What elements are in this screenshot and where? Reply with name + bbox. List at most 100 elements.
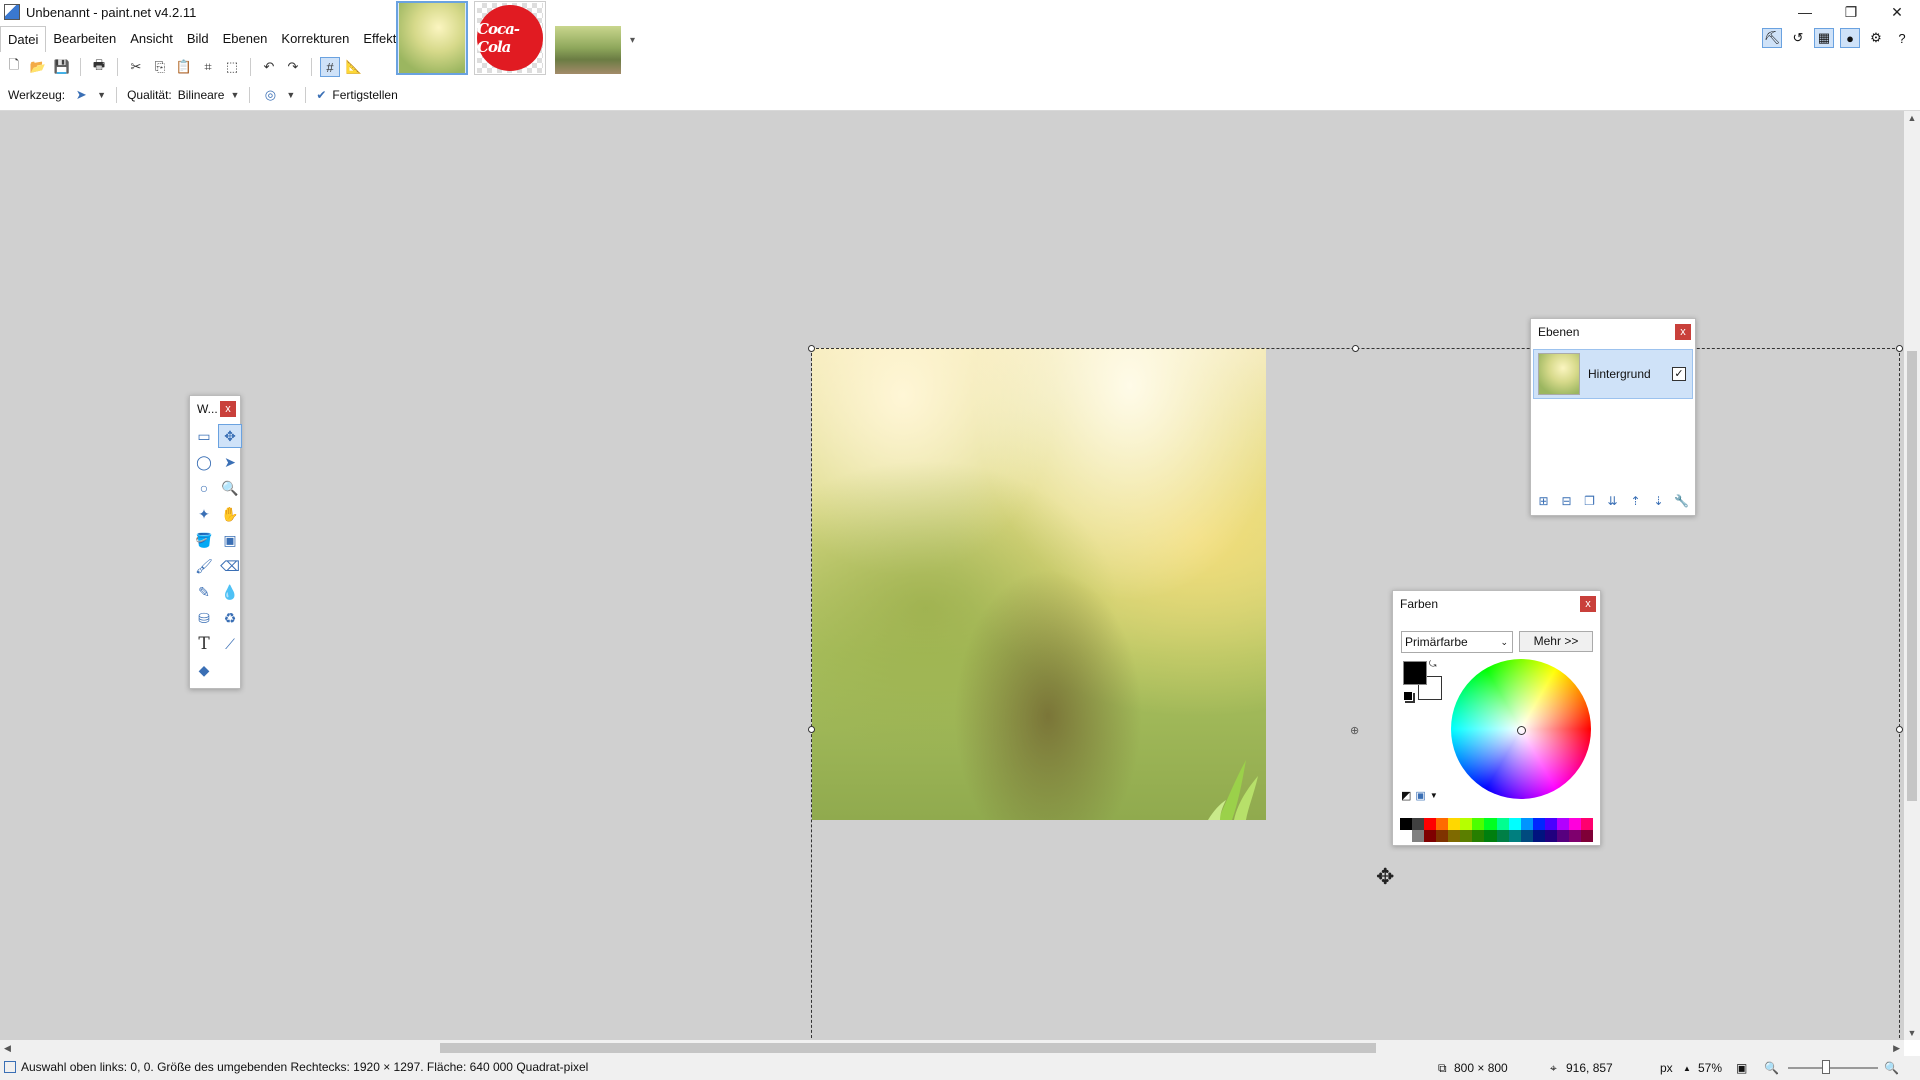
layers-window-close-icon[interactable]: x — [1675, 324, 1691, 340]
selection-handle-top-left[interactable] — [808, 345, 815, 352]
scroll-left-arrow-icon[interactable]: ◀ — [4, 1040, 11, 1056]
horizontal-scroll-thumb[interactable] — [440, 1043, 1376, 1053]
vertical-scrollbar[interactable]: ▲ ▼ — [1904, 111, 1920, 1040]
merge-layer-icon[interactable]: ⇊ — [1604, 492, 1621, 509]
zoom-slider-knob[interactable] — [1822, 1060, 1830, 1074]
reset-colors-icon[interactable] — [1403, 691, 1413, 701]
palette-swatch[interactable] — [1412, 830, 1425, 842]
move-layer-down-icon[interactable]: ⇣ — [1650, 492, 1667, 509]
redo-icon[interactable]: ↷ — [283, 57, 303, 77]
palette-swatch[interactable] — [1544, 830, 1557, 842]
new-file-icon[interactable]: 🗋 — [4, 57, 24, 77]
thumbnail-coca-cola[interactable]: Coca-Cola — [474, 1, 546, 75]
palette-swatch[interactable] — [1568, 830, 1581, 842]
copy-icon[interactable]: ⎘ — [150, 57, 170, 77]
palette-swatch[interactable] — [1580, 818, 1593, 830]
palette-swatch[interactable] — [1520, 818, 1533, 830]
palette-swatch[interactable] — [1568, 818, 1581, 830]
gradient-icon[interactable]: ▣ — [218, 528, 242, 552]
history-window-icon[interactable]: ↺ — [1788, 28, 1808, 48]
palette-dropdown-chevron-icon[interactable]: ▼ — [1430, 791, 1438, 800]
paint-bucket-icon[interactable]: 🪣 — [192, 528, 216, 552]
recolor-icon[interactable]: ♻ — [218, 606, 242, 630]
palette-swatch[interactable] — [1532, 830, 1545, 842]
tools-window-icon[interactable]: ⛏ — [1762, 28, 1782, 48]
thumbnail-nature-photo[interactable] — [552, 25, 624, 75]
paintbrush-icon[interactable]: 🖌 — [192, 554, 216, 578]
selection-handle-top-center[interactable] — [1352, 345, 1359, 352]
menu-ebenen[interactable]: Ebenen — [216, 26, 275, 52]
finish-button[interactable]: Fertigstellen — [332, 88, 397, 102]
minimize-button[interactable]: — — [1782, 0, 1828, 24]
swap-colors-icon[interactable]: ⤿ — [1429, 659, 1437, 670]
palette-swatch[interactable] — [1460, 818, 1473, 830]
selection-handle-middle-left[interactable] — [808, 726, 815, 733]
zoom-in-icon[interactable]: 🔍 — [1884, 1061, 1899, 1075]
palette-swatch[interactable] — [1520, 830, 1533, 842]
palette-swatch[interactable] — [1448, 818, 1461, 830]
palette-swatch[interactable] — [1472, 818, 1485, 830]
palette-swatch[interactable] — [1436, 818, 1449, 830]
menu-bild[interactable]: Bild — [180, 26, 216, 52]
rectangle-select-icon[interactable]: ▭ — [192, 424, 216, 448]
magic-wand-icon[interactable]: ✦ — [192, 502, 216, 526]
colors-window-icon[interactable]: ● — [1840, 28, 1860, 48]
crop-icon[interactable]: ⌗ — [198, 57, 218, 77]
horizontal-scrollbar[interactable]: ◀ ▶ — [0, 1040, 1904, 1056]
color-picker-icon[interactable]: 💧 — [218, 580, 242, 604]
palette-swatch[interactable] — [1412, 818, 1425, 830]
finish-check-icon[interactable]: ✔ — [316, 88, 326, 102]
menu-ansicht[interactable]: Ansicht — [123, 26, 180, 52]
duplicate-layer-icon[interactable]: ❐ — [1581, 492, 1598, 509]
delete-layer-icon[interactable]: ⊟ — [1558, 492, 1575, 509]
pencil-icon[interactable]: ✎ — [192, 580, 216, 604]
palette-swap-icon[interactable]: ◩ — [1401, 789, 1411, 802]
ruler-icon[interactable]: 📐 — [344, 57, 364, 77]
settings-gear-icon[interactable]: ⚙ — [1866, 28, 1886, 48]
palette-swatch[interactable] — [1472, 830, 1485, 842]
ellipse-select-icon[interactable]: ○ — [192, 476, 216, 500]
pan-hand-icon[interactable]: ✋ — [218, 502, 242, 526]
layer-item[interactable]: Hintergrund ✓ — [1533, 349, 1693, 399]
scroll-down-arrow-icon[interactable]: ▼ — [1904, 1028, 1920, 1038]
palette-swatch[interactable] — [1484, 830, 1497, 842]
scroll-up-arrow-icon[interactable]: ▲ — [1904, 113, 1920, 123]
layers-window-titlebar[interactable]: Ebenen x — [1531, 319, 1695, 345]
color-palette[interactable] — [1400, 818, 1593, 842]
vertical-scroll-thumb[interactable] — [1907, 351, 1917, 801]
palette-menu-icon[interactable]: ▣ — [1415, 789, 1425, 802]
palette-swatch[interactable] — [1544, 818, 1557, 830]
menu-datei[interactable]: Datei — [0, 26, 47, 52]
primary-color-swatch[interactable] — [1403, 661, 1427, 685]
more-images-chevron-icon[interactable]: ▾ — [630, 35, 635, 46]
zoom-level[interactable]: 57% — [1698, 1061, 1722, 1075]
palette-swatch[interactable] — [1400, 818, 1413, 830]
move-selection-tool-icon[interactable]: ➤ — [71, 85, 91, 105]
palette-swatch[interactable] — [1556, 830, 1569, 842]
blend-mode-icon[interactable]: ◎ — [260, 85, 280, 105]
move-selected-pixels-icon[interactable]: ✥ — [218, 424, 242, 448]
save-icon[interactable]: 💾 — [52, 57, 72, 77]
grid-icon[interactable]: # — [320, 57, 340, 77]
palette-swatch[interactable] — [1532, 818, 1545, 830]
palette-swatch[interactable] — [1496, 818, 1509, 830]
palette-swatch[interactable] — [1580, 830, 1593, 842]
palette-swatch[interactable] — [1460, 830, 1473, 842]
move-selection-icon[interactable]: ➤ — [218, 450, 242, 474]
colors-window-titlebar[interactable]: Farben x — [1393, 591, 1600, 617]
print-icon[interactable]: 🖶 — [89, 57, 109, 77]
palette-swatch[interactable] — [1484, 818, 1497, 830]
layer-visibility-checkbox[interactable]: ✓ — [1672, 367, 1686, 381]
palette-swatch[interactable] — [1424, 830, 1437, 842]
palette-swatch[interactable] — [1436, 830, 1449, 842]
move-layer-up-icon[interactable]: ⇡ — [1627, 492, 1644, 509]
more-colors-button[interactable]: Mehr >> — [1519, 631, 1593, 652]
line-curve-icon[interactable]: ⟋ — [218, 632, 242, 656]
tools-window-titlebar[interactable]: W... x — [190, 396, 240, 422]
help-icon[interactable]: ? — [1892, 28, 1912, 48]
color-mode-select[interactable]: Primärfarbe ⌄ — [1401, 631, 1513, 653]
palette-swatch[interactable] — [1424, 818, 1437, 830]
zoom-to-window-icon[interactable]: ▣ — [1736, 1061, 1747, 1075]
deselect-icon[interactable]: ⬚ — [222, 57, 242, 77]
blend-dropdown-chevron-icon[interactable]: ▼ — [286, 90, 295, 100]
